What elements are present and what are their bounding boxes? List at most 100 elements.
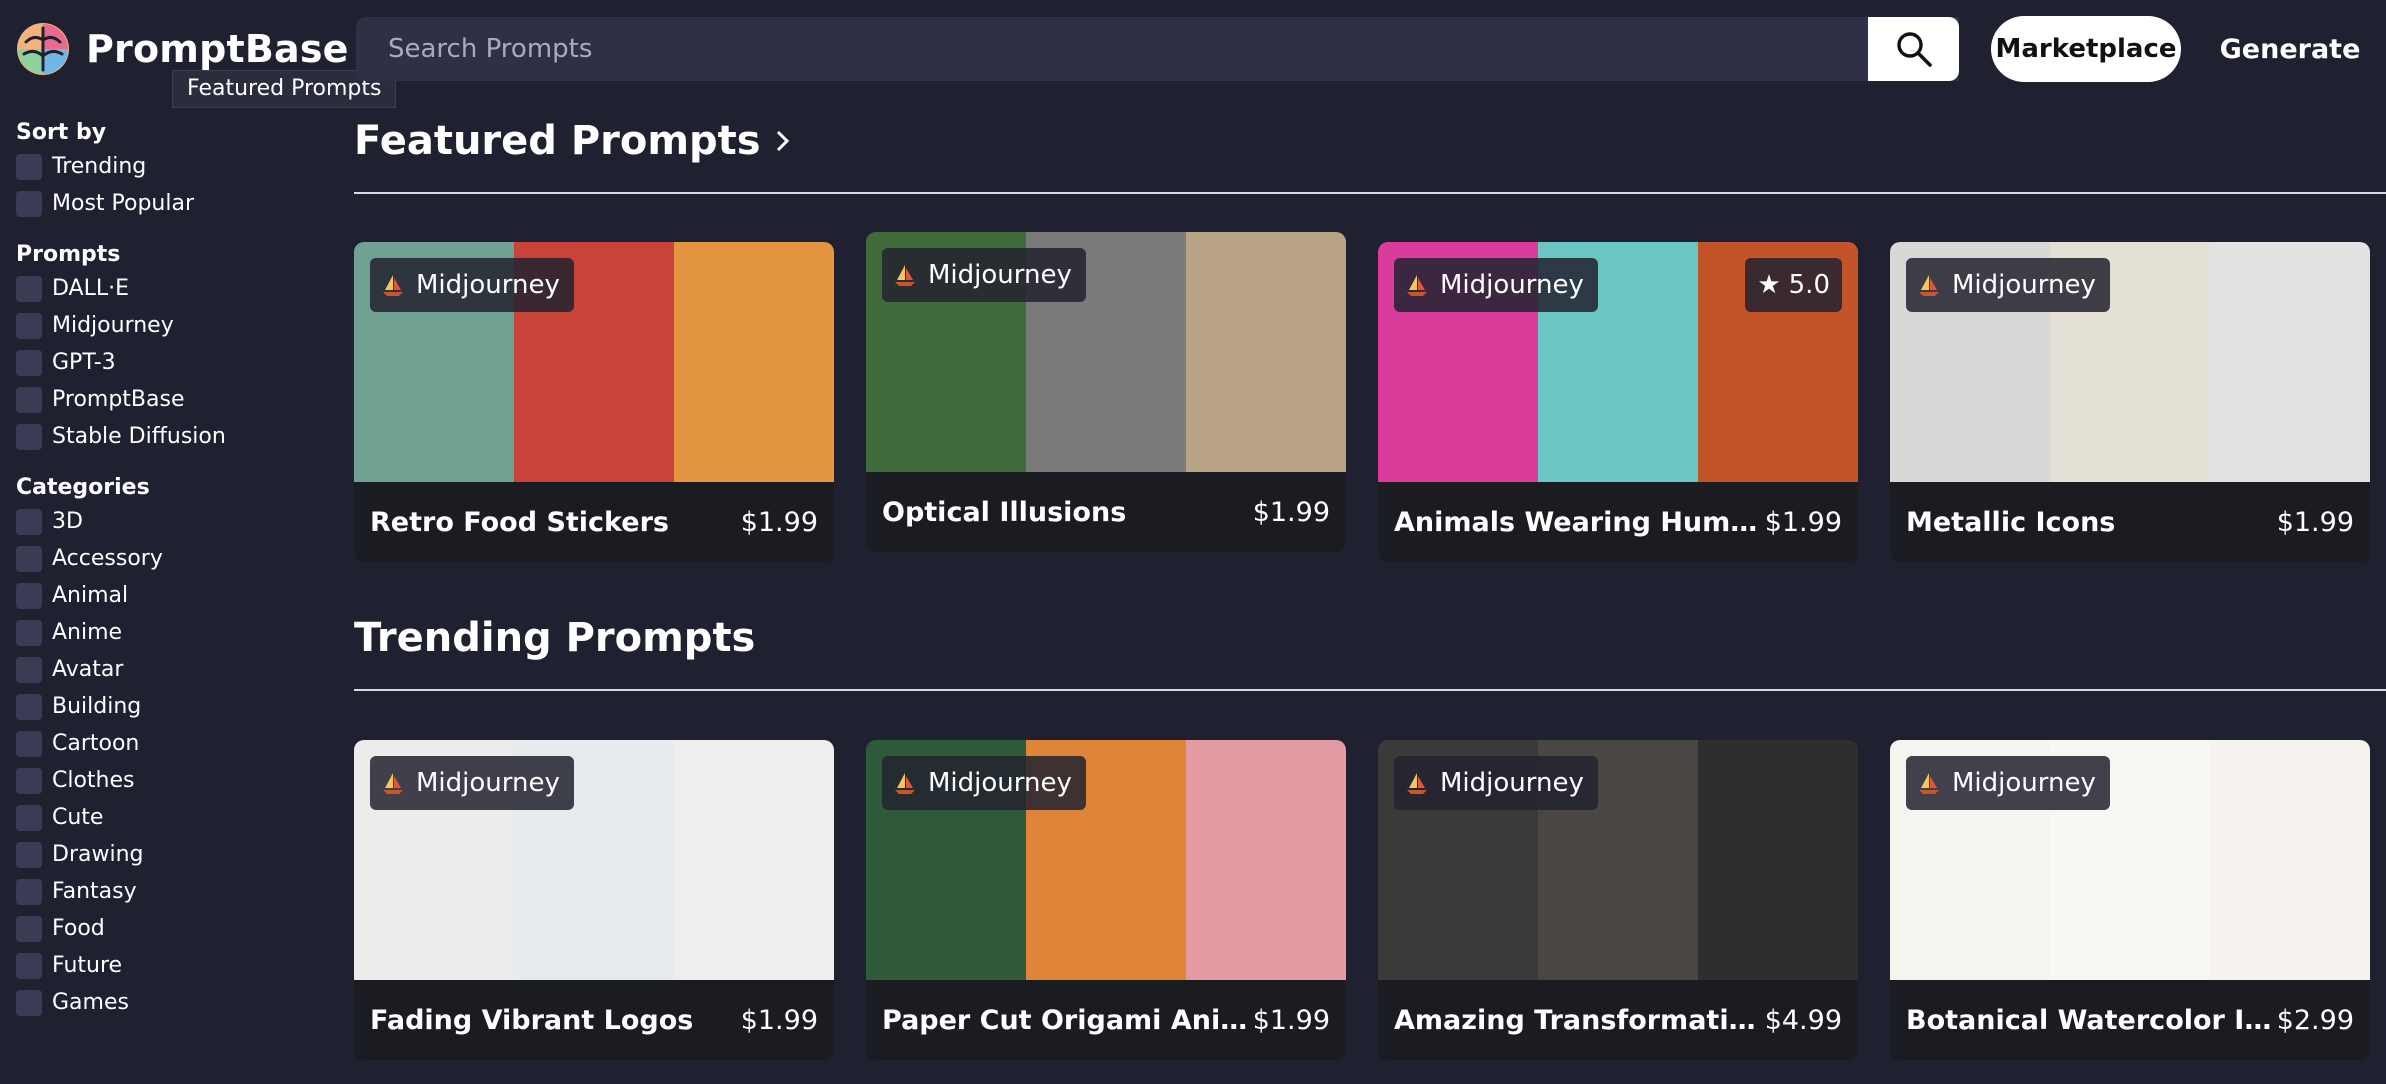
search-button[interactable] <box>1868 17 1959 81</box>
category-option[interactable]: Future <box>16 947 316 984</box>
checkbox[interactable] <box>16 312 42 339</box>
model-badge: Midjourney <box>370 756 574 810</box>
checkbox[interactable] <box>16 804 42 831</box>
card-price: $2.99 <box>2276 1004 2354 1036</box>
marketplace-button[interactable]: Marketplace <box>1991 16 2181 82</box>
checkbox[interactable] <box>16 915 42 942</box>
checkbox[interactable] <box>16 693 42 720</box>
prompt-card[interactable]: Midjourney ★ 5.0 Animals Wearing Human C… <box>1378 242 1858 562</box>
card-price: $1.99 <box>1252 1004 1330 1036</box>
filter-label: Most Popular <box>52 191 195 216</box>
model-badge: Midjourney <box>1394 258 1598 312</box>
card-footer: Fading Vibrant Logos $1.99 <box>354 980 834 1060</box>
filter-label: Games <box>52 990 129 1015</box>
featured-section-title[interactable]: Featured Prompts <box>354 118 793 164</box>
checkbox[interactable] <box>16 619 42 646</box>
checkbox[interactable] <box>16 582 42 609</box>
category-option[interactable]: Food <box>16 910 316 947</box>
checkbox[interactable] <box>16 349 42 376</box>
prompt-card[interactable]: Midjourney Fading Vibrant Logos $1.99 <box>354 740 834 1060</box>
checkbox[interactable] <box>16 423 42 450</box>
checkbox[interactable] <box>16 767 42 794</box>
featured-title-text: Featured Prompts <box>354 118 761 164</box>
categories-title: Categories <box>16 475 150 500</box>
category-option[interactable]: 3D <box>16 503 316 540</box>
checkbox[interactable] <box>16 730 42 757</box>
filter-label: Fantasy <box>52 879 137 904</box>
prompt-option-midjourney[interactable]: Midjourney <box>16 307 316 344</box>
checkbox[interactable] <box>16 190 42 217</box>
category-option[interactable]: Cute <box>16 799 316 836</box>
category-option[interactable]: Accessory <box>16 540 316 577</box>
filter-label: GPT-3 <box>52 350 116 375</box>
badge-label: Midjourney <box>928 260 1072 290</box>
midjourney-boat-icon <box>383 275 403 296</box>
badge-label: Midjourney <box>1440 768 1584 798</box>
category-option[interactable]: Games <box>16 984 316 1021</box>
model-badge: Midjourney <box>370 258 574 312</box>
checkbox[interactable] <box>16 275 42 302</box>
prompt-card[interactable]: Midjourney Optical Illusions $1.99 <box>866 232 1346 552</box>
checkbox[interactable] <box>16 545 42 572</box>
midjourney-boat-icon <box>383 773 403 794</box>
category-option[interactable]: Fantasy <box>16 873 316 910</box>
category-option[interactable]: Avatar <box>16 651 316 688</box>
badge-label: Midjourney <box>416 270 560 300</box>
card-footer: Paper Cut Origami Animals $1.99 <box>866 980 1346 1060</box>
trending-section-title[interactable]: Trending Prompts <box>354 615 755 661</box>
prompt-option-stable-diffusion[interactable]: Stable Diffusion <box>16 418 316 455</box>
category-option[interactable]: Drawing <box>16 836 316 873</box>
checkbox[interactable] <box>16 508 42 535</box>
model-badge: Midjourney <box>1394 756 1598 810</box>
filter-label: PromptBase <box>52 387 185 412</box>
prompts-title: Prompts <box>16 242 121 267</box>
prompt-card[interactable]: Midjourney Metallic Icons $1.99 <box>1890 242 2370 562</box>
generate-link[interactable]: Generate <box>2220 16 2361 82</box>
filter-label: Midjourney <box>52 313 174 338</box>
checkbox[interactable] <box>16 952 42 979</box>
filter-label: Trending <box>52 154 147 179</box>
category-option[interactable]: Anime <box>16 614 316 651</box>
filter-label: Cartoon <box>52 731 140 756</box>
card-price: $1.99 <box>740 506 818 538</box>
search-input[interactable] <box>388 34 1959 64</box>
trending-title-text: Trending Prompts <box>354 615 756 661</box>
card-title: Fading Vibrant Logos <box>370 1004 694 1036</box>
prompt-card[interactable]: Midjourney Retro Food Stickers $1.99 <box>354 242 834 562</box>
category-option[interactable]: Clothes <box>16 762 316 799</box>
category-option[interactable]: Building <box>16 688 316 725</box>
filter-label: 3D <box>52 509 83 534</box>
badge-label: Midjourney <box>928 768 1072 798</box>
category-option[interactable]: Cartoon <box>16 725 316 762</box>
card-footer: Animals Wearing Human Cloth... $1.99 <box>1378 482 1858 562</box>
prompt-option-dalle[interactable]: DALL·E <box>16 270 316 307</box>
prompt-card[interactable]: Midjourney Botanical Watercolor Illustra… <box>1890 740 2370 1060</box>
card-price: $1.99 <box>740 1004 818 1036</box>
checkbox[interactable] <box>16 841 42 868</box>
prompt-card[interactable]: Midjourney Paper Cut Origami Animals $1.… <box>866 740 1346 1060</box>
top-header: PromptBase Featured Prompts Marketplace … <box>0 0 2386 108</box>
sort-option-most-popular[interactable]: Most Popular <box>16 185 316 222</box>
sort-option-trending[interactable]: Trending <box>16 148 316 185</box>
checkbox[interactable] <box>16 153 42 180</box>
prompt-option-promptbase[interactable]: PromptBase <box>16 381 316 418</box>
filter-label: Accessory <box>52 546 163 571</box>
card-title: Amazing Transformation Mak... <box>1394 1004 1764 1036</box>
image-panel <box>1186 740 1346 980</box>
midjourney-boat-icon <box>1407 773 1427 794</box>
checkbox[interactable] <box>16 386 42 413</box>
checkbox[interactable] <box>16 656 42 683</box>
star-icon: ★ <box>1757 270 1781 300</box>
category-option[interactable]: Animal <box>16 577 316 614</box>
card-title: Paper Cut Origami Animals <box>882 1004 1252 1036</box>
prompt-option-gpt3[interactable]: GPT-3 <box>16 344 316 381</box>
card-title: Optical Illusions <box>882 496 1127 528</box>
prompts-group: Prompts DALL·E Midjourney GPT-3 PromptBa… <box>16 240 316 455</box>
prompt-card[interactable]: Midjourney Amazing Transformation Mak...… <box>1378 740 1858 1060</box>
card-footer: Retro Food Stickers $1.99 <box>354 482 834 562</box>
logo-text: PromptBase <box>86 27 349 71</box>
filter-label: Animal <box>52 583 129 608</box>
checkbox[interactable] <box>16 989 42 1016</box>
checkbox[interactable] <box>16 878 42 905</box>
filter-label: Building <box>52 694 142 719</box>
